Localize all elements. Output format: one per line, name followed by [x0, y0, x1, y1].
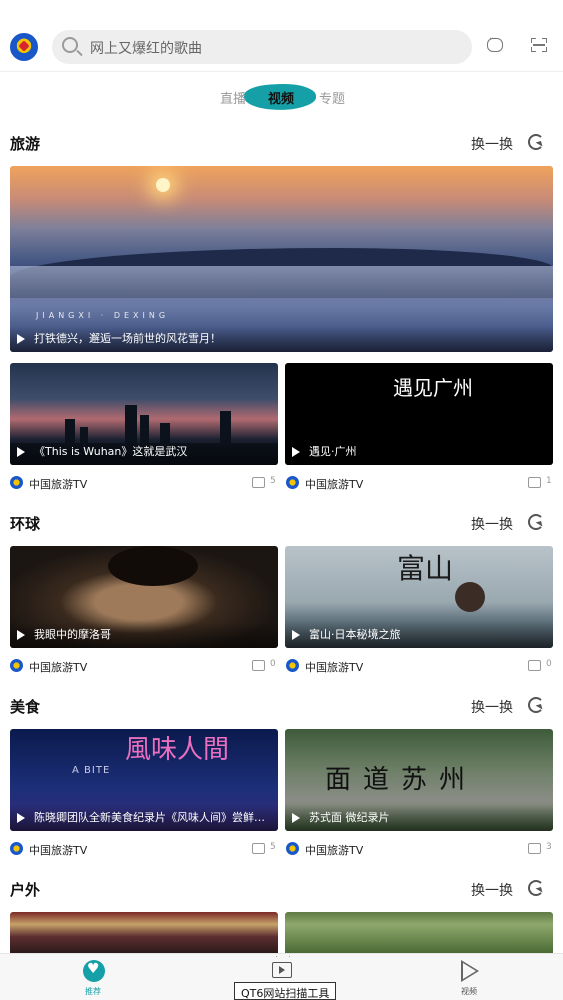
scanner-tooltip: QT6网站扫描工具 [234, 982, 337, 1000]
category-tabs: 直播 视频 专题 [0, 80, 563, 114]
section-title-global: 环球 [10, 515, 41, 533]
sun-image [156, 178, 170, 192]
comment-icon [252, 660, 265, 671]
video-title: 苏式面 微纪录片 [309, 811, 390, 824]
video-card-outdoor-1[interactable] [10, 912, 278, 953]
portrait-image [108, 546, 198, 586]
comment-count: 5 [270, 476, 276, 486]
video-card-wuhan[interactable]: 《This is Wuhan》这就是武汉 [10, 363, 278, 465]
video-meta-row: 中国旅游TV 1 [286, 475, 554, 491]
nav-label: 推荐 [85, 987, 101, 996]
channel-name[interactable]: 中国旅游TV [29, 842, 87, 858]
video-card-outdoor-2[interactable] [285, 912, 553, 953]
video-meta-row: 中国旅游TV 3 [286, 841, 554, 857]
refresh-button-food[interactable]: 换一换 [471, 697, 513, 717]
comment-count: 3 [546, 842, 552, 852]
tab-topic[interactable]: 专题 [319, 88, 345, 107]
video-meta-row: 中国旅游TV 0 [10, 658, 278, 674]
play-icon [292, 630, 300, 640]
video-card-morocco[interactable]: 我眼中的摩洛哥 [10, 546, 278, 648]
calligraphy-art: 風味人間 [125, 735, 230, 765]
search-placeholder: 网上又爆红的歌曲 [90, 41, 202, 57]
play-icon [17, 630, 25, 640]
search-bar[interactable]: 网上又爆红的歌曲 [52, 30, 472, 64]
person-image [455, 582, 485, 612]
channel-name[interactable]: 中国旅游TV [29, 659, 87, 675]
play-icon [292, 813, 300, 823]
comment-count: 0 [270, 659, 276, 669]
channel-name[interactable]: 中国旅游TV [305, 659, 363, 675]
comment-icon [528, 477, 541, 488]
comment-icon [252, 843, 265, 854]
scan-icon[interactable] [531, 38, 547, 52]
refresh-button-travel[interactable]: 换一换 [471, 134, 513, 154]
nav-video[interactable]: 视频 [439, 954, 499, 1000]
video-watermark: JIANGXI · DEXING [36, 311, 170, 320]
video-title: 富山·日本秘境之旅 [309, 628, 401, 641]
channel-name[interactable]: 中国旅游TV [305, 842, 363, 858]
tab-video[interactable]: 视频 [268, 88, 294, 107]
comment-count: 1 [546, 476, 552, 486]
channel-name[interactable]: 中国旅游TV [29, 476, 87, 492]
video-title: 陈晓卿团队全新美食纪录片《风味人间》尝鲜版... [34, 811, 272, 824]
channel-logo-icon [286, 659, 299, 672]
refresh-icon[interactable] [528, 134, 544, 150]
comment-count: 5 [270, 842, 276, 852]
cctv-travel-logo[interactable] [10, 33, 38, 61]
video-card-toyama[interactable]: 富山 富山·日本秘境之旅 [285, 546, 553, 648]
channel-logo-icon [286, 476, 299, 489]
play-icon [461, 960, 479, 982]
refresh-icon[interactable] [528, 697, 544, 713]
video-meta-row: 中国旅游TV 0 [286, 658, 554, 674]
video-card-guangzhou[interactable]: 遇见广州 遇见·广州 [285, 363, 553, 465]
comment-icon [252, 477, 265, 488]
calligraphy-art: 面道苏州 [325, 765, 478, 795]
channel-logo-icon [286, 842, 299, 855]
video-title: 遇见·广州 [309, 445, 357, 458]
section-title-travel: 旅游 [10, 135, 41, 153]
tv-icon [272, 962, 292, 978]
channel-name[interactable]: 中国旅游TV [305, 476, 363, 492]
heart-icon [83, 960, 105, 982]
refresh-button-outdoor[interactable]: 换一换 [471, 880, 513, 900]
refresh-icon[interactable] [528, 514, 544, 530]
comment-icon [528, 843, 541, 854]
channel-logo-icon [10, 842, 23, 855]
refresh-button-global[interactable]: 换一换 [471, 514, 513, 534]
refresh-icon[interactable] [528, 880, 544, 896]
calligraphy-art: 遇见广州 [393, 376, 473, 400]
video-card-suzhou[interactable]: 面道苏州 苏式面 微纪录片 [285, 729, 553, 831]
hero-video-card[interactable]: JIANGXI · DEXING 打铁德兴，邂逅一场前世的风花雪月！ [10, 166, 553, 352]
play-icon [17, 334, 25, 344]
nav-label: 视频 [461, 987, 477, 996]
top-bar: 网上又爆红的歌曲 [0, 0, 563, 72]
channel-logo-icon [10, 659, 23, 672]
section-title-food: 美食 [10, 698, 41, 716]
calligraphy-art: 富山 [397, 552, 454, 585]
comment-icon [528, 660, 541, 671]
comment-count: 0 [546, 659, 552, 669]
video-card-flavor[interactable]: 風味人間 A BITE 陈晓卿团队全新美食纪录片《风味人间》尝鲜版... [10, 729, 278, 831]
video-title: 我眼中的摩洛哥 [34, 628, 111, 641]
channel-logo-icon [10, 476, 23, 489]
video-meta-row: 中国旅游TV 5 [10, 475, 278, 491]
message-icon[interactable] [487, 34, 503, 52]
play-icon [17, 447, 25, 457]
section-title-outdoor: 户外 [10, 881, 41, 899]
play-icon [17, 813, 25, 823]
art-subtitle: A BITE [72, 765, 111, 776]
play-icon [292, 447, 300, 457]
video-title: 《This is Wuhan》这就是武汉 [34, 445, 188, 458]
search-icon [62, 37, 78, 53]
nav-recommend[interactable]: 推荐 [63, 954, 123, 1000]
video-title: 打铁德兴，邂逅一场前世的风花雪月！ [34, 332, 221, 345]
tab-live[interactable]: 直播 [220, 88, 246, 107]
video-meta-row: 中国旅游TV 5 [10, 841, 278, 857]
